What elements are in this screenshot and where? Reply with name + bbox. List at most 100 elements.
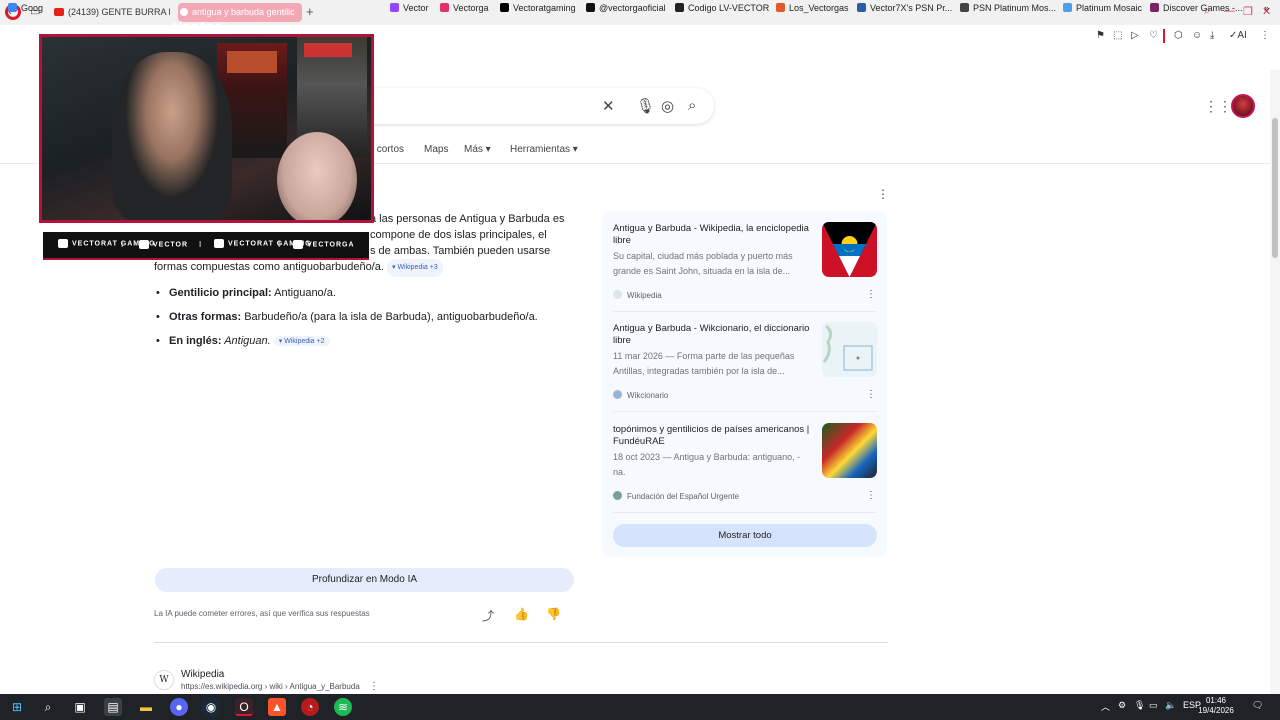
bookmark-item[interactable]: Discover Games -...	[1150, 3, 1243, 13]
filter-more[interactable]: Más ▾	[464, 144, 491, 155]
extensions-icon[interactable]: ⬡	[1174, 30, 1183, 41]
source-site: Wikipedia	[613, 290, 662, 300]
opera-icon[interactable]: O	[235, 698, 253, 716]
snapshot-icon[interactable]: ⬚	[1113, 30, 1122, 41]
bookmark-item[interactable]: PSN Platinum Mos...	[960, 3, 1056, 13]
windows-start-icon[interactable]: ⊞	[8, 698, 26, 716]
instagram-icon	[440, 3, 449, 12]
filter-short-videos[interactable]: s cortos	[369, 144, 404, 155]
search-icon[interactable]: ⌕	[39, 698, 57, 716]
clock[interactable]: 01:46 19/4/2026	[1196, 696, 1236, 716]
bookmark-item[interactable]: Los_Vectorgas	[776, 3, 849, 13]
show-all-button[interactable]: Mostrar todo	[613, 524, 877, 547]
thumbs-up-icon[interactable]: 👍	[514, 607, 529, 621]
discord-icon[interactable]: ●	[170, 698, 188, 716]
filter-maps[interactable]: Maps	[424, 144, 448, 155]
result-url[interactable]: https://es.wikipedia.org › wiki › Antigu…	[181, 682, 360, 691]
card-divider	[613, 512, 876, 513]
ai-text-line: formas compuestas como antiguobarbudeño/…	[154, 259, 443, 277]
psn-icon	[857, 3, 866, 12]
steam-icon[interactable]: ◉	[202, 698, 220, 716]
deep-dive-ai-button[interactable]: Profundizar en Modo IA	[155, 568, 574, 592]
source-chip[interactable]: ▾ Wikipedia +3	[386, 259, 443, 277]
bookmark-icon[interactable]: ⚑	[1096, 30, 1105, 41]
map-image	[822, 322, 877, 377]
bookmark-item[interactable]: Vectorga	[440, 3, 489, 13]
arcade-screen	[304, 43, 352, 57]
flags-thumbnail[interactable]	[822, 423, 877, 478]
volume-icon[interactable]: 🔈	[1165, 700, 1176, 711]
notification-icon[interactable]: 🗨	[1252, 700, 1263, 711]
list-item: Gentilicio principal: Antiguano/a.	[156, 287, 336, 299]
source-menu-icon[interactable]: ⋮	[866, 490, 876, 501]
menu-icon[interactable]: ⋮	[1260, 30, 1270, 41]
tiktok-icon	[586, 3, 595, 12]
heart-icon[interactable]: ♡	[1149, 30, 1158, 41]
source-menu-icon[interactable]: ⋮	[866, 389, 876, 400]
source-title[interactable]: Antigua y Barbuda - Wikipedia, la encicl…	[613, 223, 813, 247]
toolbar-divider	[1163, 29, 1165, 43]
player-icon[interactable]: ▷	[1131, 30, 1139, 41]
twitter-icon	[214, 239, 224, 248]
bookmark-item[interactable]: Goog	[8, 3, 43, 13]
card-divider	[613, 311, 876, 312]
source-title[interactable]: topónimos y gentilicios de países americ…	[613, 424, 813, 448]
reddit-icon	[776, 3, 785, 12]
mic-icon[interactable]: 🎙	[1134, 700, 1145, 711]
bookmark-item[interactable]: @vectorgaoficial	[586, 3, 666, 13]
social-separator: I	[199, 240, 202, 249]
profile-icon[interactable]: ☺	[1192, 30, 1202, 41]
map-thumbnail[interactable]	[822, 322, 877, 377]
card-divider	[613, 411, 876, 412]
bookmarks-overflow-icon[interactable]: »	[1264, 3, 1269, 13]
source-title[interactable]: Antigua y Barbuda - Wikcionario, el dicc…	[613, 323, 813, 347]
ai-label: AI	[1237, 30, 1247, 41]
thumbs-down-icon[interactable]: 👎	[546, 607, 561, 621]
flag-thumbnail[interactable]	[822, 222, 877, 277]
downloads-icon[interactable]: ⤓	[1210, 30, 1214, 41]
task-view-icon[interactable]: ▣	[71, 698, 89, 716]
share-icon[interactable]: ⤴	[482, 607, 494, 624]
wiktionary-icon	[613, 390, 622, 399]
ai-text-line: a las personas de Antigua y Barbuda es	[370, 213, 565, 225]
bookmark-item[interactable]: Vector7X's PSN Pr...	[857, 3, 952, 13]
brave-icon[interactable]: ▲	[268, 698, 286, 716]
ai-icon[interactable]: ✓AI	[1229, 30, 1247, 41]
clear-icon[interactable]: ✕	[602, 97, 615, 115]
source-site: Wikcionario	[613, 390, 668, 400]
code-icon	[675, 3, 684, 12]
filter-tools[interactable]: Herramientas ▾	[510, 144, 578, 155]
ai-overview-menu-icon[interactable]: ⋮	[877, 187, 889, 201]
result-site-name[interactable]: Wikipedia	[181, 669, 224, 680]
app-icon[interactable]: ◔	[301, 698, 319, 716]
scrollbar-thumb[interactable]	[1272, 118, 1278, 258]
search-icon[interactable]: ⌕	[688, 97, 696, 114]
app-icon[interactable]: ▤	[104, 698, 122, 716]
result-menu-icon[interactable]: ⋮	[369, 681, 379, 692]
tab-youtube[interactable]: (24139) GENTE BURRA EN	[52, 3, 170, 22]
discover-icon	[1150, 3, 1159, 12]
bookmark-item[interactable]: Codigo LV-VECTOR	[675, 3, 769, 13]
tray-chevron-icon[interactable]: ︿	[1101, 700, 1110, 713]
lens-icon[interactable]: ◎	[661, 97, 674, 115]
file-explorer-icon[interactable]: ▬	[137, 698, 155, 716]
avatar[interactable]	[1231, 94, 1255, 118]
spotify-icon[interactable]: ≋	[334, 698, 352, 716]
youtube-icon	[54, 8, 64, 16]
source-chip[interactable]: ▾ Wikipedia +2	[273, 336, 330, 346]
channel-logo: Vector	[172, 18, 222, 34]
source-menu-icon[interactable]: ⋮	[866, 289, 876, 300]
instagram-social: VECTORGA	[293, 240, 355, 249]
bookmark-item[interactable]: Vector	[390, 3, 429, 13]
psn-icon	[960, 3, 969, 12]
bookmark-item[interactable]: Platinum Mosaic	[1063, 3, 1142, 13]
tray-app-icon[interactable]: ⚙	[1118, 700, 1126, 711]
bookmark-item[interactable]: Vectoratgaming	[500, 3, 576, 13]
mic-icon[interactable]: 🎙	[636, 97, 655, 115]
twitch-icon	[390, 3, 399, 12]
instagram-icon	[293, 240, 303, 249]
maximize-icon[interactable]: ❐	[1243, 5, 1253, 18]
network-icon[interactable]: ▭	[1149, 700, 1158, 711]
new-tab-button[interactable]: +	[306, 4, 314, 19]
list-item: En inglés: Antiguan. ▾ Wikipedia +2	[156, 335, 330, 347]
